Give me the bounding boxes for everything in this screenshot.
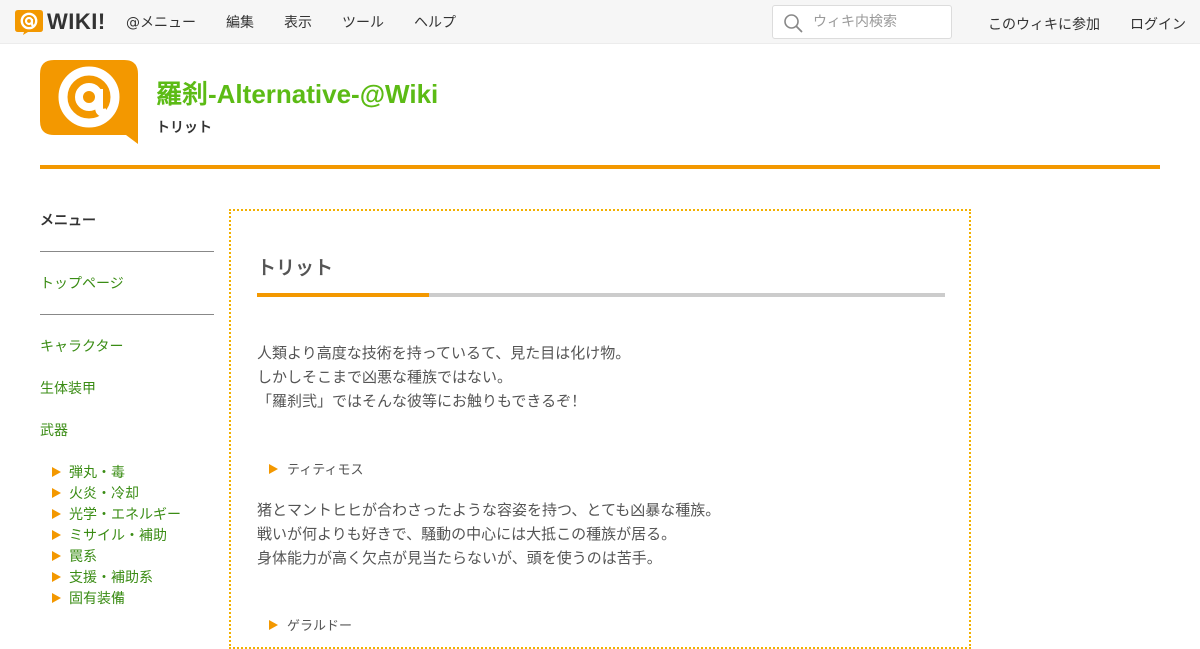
- brand-text: WIKI!: [47, 9, 106, 34]
- search-input[interactable]: [813, 12, 945, 32]
- section-toggle-gerardo[interactable]: ゲラルドー: [269, 615, 352, 634]
- text-line: 「羅刹弐」ではそんな彼等にお触りもできるぞ！: [257, 392, 587, 410]
- weapon-subcategory-list: 弾丸・毒 火炎・冷却 光学・エネルギー ミサイル・補助 罠系 支援・補助系 固有…: [52, 461, 181, 608]
- main-content: トリット 人類より高度な技術を持っているて、見た目は化け物。 しかしそこまで凶悪…: [229, 209, 971, 649]
- triangle-right-icon: [52, 508, 61, 519]
- nav-help[interactable]: ヘルプ: [414, 12, 456, 32]
- triangle-right-icon: [52, 529, 61, 540]
- nav-tools[interactable]: ツール: [342, 12, 384, 32]
- triangle-right-icon: [52, 466, 61, 477]
- nav-edit[interactable]: 編集: [226, 12, 254, 32]
- site-logo[interactable]: [40, 60, 140, 150]
- triangle-right-icon: [52, 592, 61, 603]
- sidebar-subitem-label: 火炎・冷却: [69, 485, 139, 502]
- header-divider: [40, 165, 1160, 169]
- sidebar-subitem[interactable]: 固有装備: [52, 587, 181, 608]
- title-underline-accent: [257, 293, 429, 297]
- text-line: 身体能力が高く欠点が見当たらないが、頭を使うのは苦手。: [257, 549, 662, 567]
- section-label: ゲラルドー: [287, 619, 353, 634]
- text-line: 戦いが何よりも好きで、騒動の中心には大抵この種族が居る。: [257, 525, 677, 543]
- sidebar-subitem[interactable]: 弾丸・毒: [52, 461, 181, 482]
- nav-view[interactable]: 表示: [284, 12, 312, 32]
- sidebar-subitem[interactable]: 光学・エネルギー: [52, 503, 181, 524]
- sidebar-subitem[interactable]: 罠系: [52, 545, 181, 566]
- top-bar: WIKI! @メニュー 編集 表示 ツール ヘルプ このウィキに参加 ログイン: [0, 0, 1200, 44]
- at-sign-icon: [15, 10, 43, 35]
- sidebar-subitem-label: 光学・エネルギー: [69, 506, 181, 523]
- search-box[interactable]: [772, 5, 952, 39]
- sidebar-item-characters[interactable]: キャラクター: [40, 336, 123, 356]
- site-title[interactable]: 羅刹-Alternative-@Wiki: [156, 74, 438, 111]
- sidebar-subitem[interactable]: 支援・補助系: [52, 566, 181, 587]
- sidebar-subitem-label: ミサイル・補助: [69, 527, 167, 544]
- wiki-brand-logo[interactable]: WIKI!: [14, 9, 106, 35]
- text-line: 人類より高度な技術を持っているて、見た目は化け物。: [257, 344, 631, 362]
- sidebar-subitem-label: 弾丸・毒: [69, 464, 125, 481]
- sidebar-divider: [40, 251, 214, 252]
- text-line: しかしそこまで凶悪な種族ではない。: [257, 368, 513, 386]
- sidebar-subitem-label: 支援・補助系: [69, 569, 153, 586]
- sidebar-subitem-label: 固有装備: [69, 590, 125, 607]
- top-nav: @メニュー 編集 表示 ツール ヘルプ: [126, 0, 486, 44]
- sidebar-heading: メニュー: [40, 213, 96, 229]
- page-title: トリット: [257, 257, 334, 279]
- sidebar-item-bio-armor[interactable]: 生体装甲: [40, 378, 96, 398]
- search-icon[interactable]: [783, 13, 803, 33]
- section-paragraph: 猪とマントヒヒが合わさったような容姿を持つ、とても凶暴な種族。 戦いが何よりも好…: [257, 498, 720, 570]
- triangle-right-icon: [52, 571, 61, 582]
- sidebar-subitem-label: 罠系: [69, 548, 97, 565]
- triangle-right-icon: [52, 550, 61, 561]
- sidebar-subitem[interactable]: ミサイル・補助: [52, 524, 181, 545]
- section-toggle-titimos[interactable]: ティティモス: [269, 459, 363, 478]
- login-link[interactable]: ログイン: [1130, 14, 1186, 34]
- triangle-right-icon: [52, 487, 61, 498]
- triangle-right-icon: [269, 463, 278, 474]
- section-label: ティティモス: [287, 463, 364, 478]
- page-subtitle: トリット: [156, 120, 212, 136]
- triangle-right-icon: [269, 619, 278, 630]
- sidebar-item-top-page[interactable]: トップページ: [40, 273, 124, 293]
- text-line: 猪とマントヒヒが合わさったような容姿を持つ、とても凶暴な種族。: [257, 501, 721, 519]
- sidebar-subitem[interactable]: 火炎・冷却: [52, 482, 181, 503]
- sidebar-item-weapons[interactable]: 武器: [40, 420, 68, 440]
- join-wiki-link[interactable]: このウィキに参加: [988, 14, 1100, 34]
- nav-menu[interactable]: @メニュー: [126, 12, 196, 32]
- intro-paragraph: 人類より高度な技術を持っているて、見た目は化け物。 しかしそこまで凶悪な種族では…: [257, 341, 630, 413]
- sidebar-divider: [40, 314, 214, 315]
